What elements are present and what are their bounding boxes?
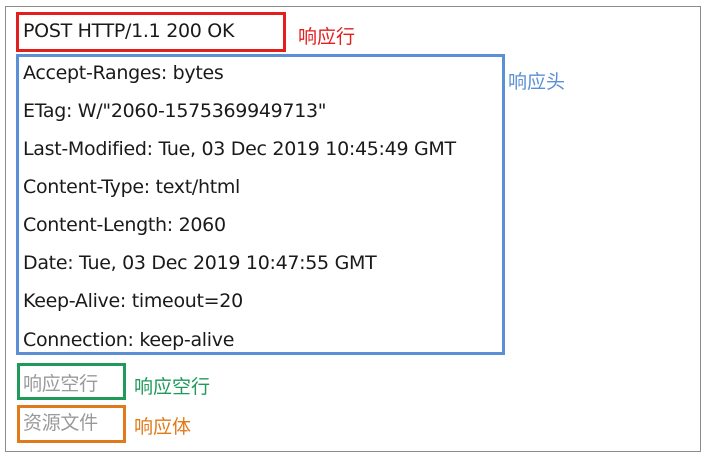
- header-line-content-type: Content-Type: text/html: [23, 176, 241, 198]
- status-line-label: 响应行: [298, 26, 356, 48]
- body-text: 资源文件: [23, 412, 98, 434]
- header-line-last-modified: Last-Modified: Tue, 03 Dec 2019 10:45:49…: [23, 138, 456, 160]
- blank-line-label: 响应空行: [134, 376, 211, 398]
- headers-label: 响应头: [508, 71, 566, 93]
- header-line-date: Date: Tue, 03 Dec 2019 10:47:55 GMT: [23, 252, 377, 274]
- header-line-accept-ranges: Accept-Ranges: bytes: [23, 62, 224, 84]
- body-label: 响应体: [134, 416, 192, 438]
- header-line-etag: ETag: W/"2060-1575369949713": [23, 100, 327, 122]
- header-line-content-length: Content-Length: 2060: [23, 214, 226, 236]
- header-line-keep-alive: Keep-Alive: timeout=20: [23, 290, 243, 312]
- status-line-text: POST HTTP/1.1 200 OK: [23, 20, 235, 42]
- header-line-connection: Connection: keep-alive: [23, 329, 235, 351]
- blank-line-text: 响应空行: [23, 373, 98, 395]
